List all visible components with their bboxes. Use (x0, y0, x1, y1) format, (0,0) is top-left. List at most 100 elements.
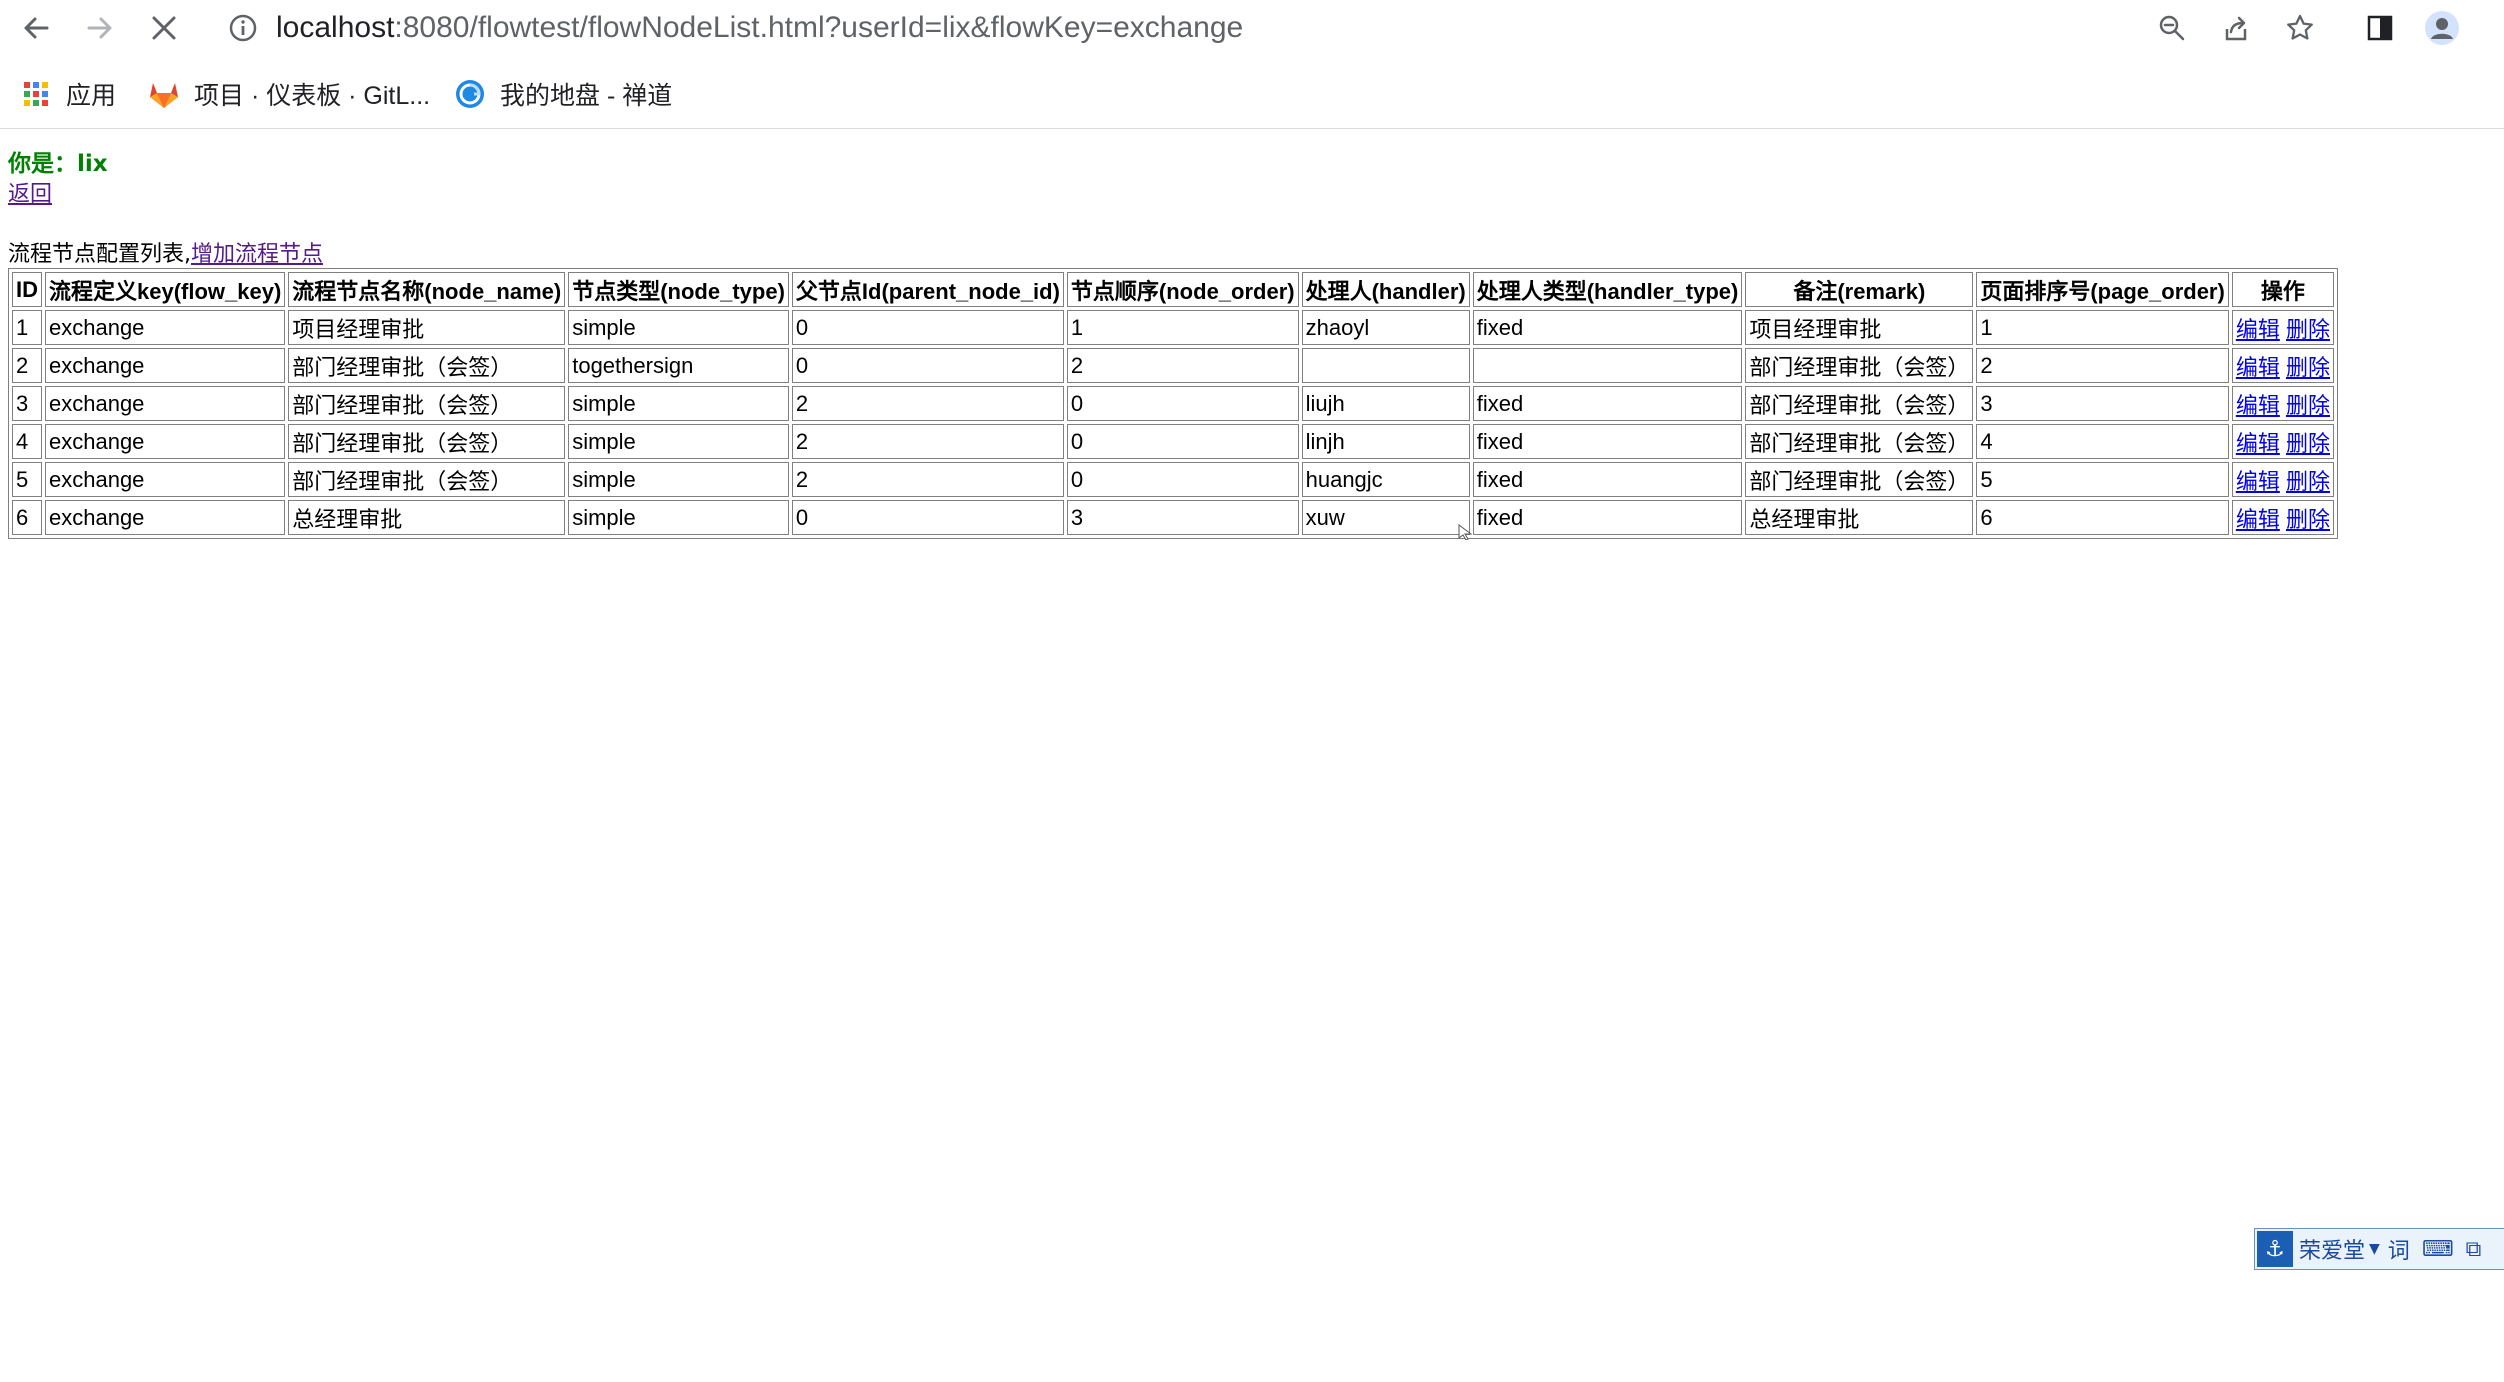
table-row: 4 exchange 部门经理审批（会签） simple 2 0 linjh fixed 部门经… (12, 424, 2334, 459)
cell-operations: 编辑 删除 (2231, 500, 2334, 535)
cell-parent-node-id: 0 (791, 500, 1064, 535)
site-info-icon[interactable] (228, 13, 258, 43)
cell-id: 6 (12, 500, 42, 535)
cell-handler: huangjc (1301, 462, 1470, 497)
delete-link[interactable]: 删除 (2286, 393, 2330, 418)
edit-link[interactable]: 编辑 (2236, 469, 2280, 494)
header-handler-type: 处理人类型(handler_type) (1472, 272, 1743, 307)
mouse-pointer-icon (1458, 524, 1472, 540)
cell-operations: 编辑 删除 (2231, 348, 2334, 383)
cell-node-type: simple (568, 462, 789, 497)
cell-node-name: 部门经理审批（会签） (288, 462, 566, 497)
zentao-icon (454, 78, 486, 110)
cell-node-type: simple (568, 424, 789, 459)
cell-node-order: 0 (1066, 386, 1299, 421)
bookmark-star-icon[interactable] (2282, 10, 2318, 46)
cell-remark: 总经理审批 (1745, 500, 1974, 535)
header-node-name: 流程节点名称(node_name) (288, 272, 566, 307)
table-row: 3 exchange 部门经理审批（会签） simple 2 0 liujh fixed 部门经… (12, 386, 2334, 421)
cell-flow-key: exchange (45, 462, 286, 497)
dictionary-name[interactable]: 荣爱堂 (2297, 1233, 2367, 1265)
list-caption-text: 流程节点配置列表, (8, 242, 191, 267)
anchor-icon[interactable]: ⚓ (2257, 1231, 2293, 1267)
cell-flow-key: exchange (45, 424, 286, 459)
dictionary-widget: ⚓ 荣爱堂 ▼ 词 ⌨ ⧉ (2254, 1228, 2504, 1270)
cell-remark: 部门经理审批（会签） (1745, 386, 1974, 421)
back-arrow-icon[interactable] (16, 8, 56, 48)
zoom-icon[interactable] (2154, 10, 2190, 46)
cell-handler-type: fixed (1472, 500, 1743, 535)
profile-avatar-icon[interactable] (2424, 10, 2460, 46)
navigation-bar: localhost:8080/flowtest/flowNodeList.htm… (0, 0, 2504, 56)
cell-remark: 部门经理审批（会签） (1745, 462, 1974, 497)
cell-handler-type (1472, 348, 1743, 383)
cell-id: 4 (12, 424, 42, 459)
edit-link[interactable]: 编辑 (2236, 355, 2280, 380)
bookmark-label: 应用 (66, 82, 117, 110)
header-operations: 操作 (2231, 272, 2334, 307)
table-row: 6 exchange 总经理审批 simple 0 3 xuw fixed 总经理审批 6 编辑 删… (12, 500, 2334, 535)
cell-handler: liujh (1301, 386, 1470, 421)
cell-flow-key: exchange (45, 348, 286, 383)
delete-link[interactable]: 删除 (2286, 317, 2330, 342)
back-link[interactable]: 返回 (8, 176, 52, 208)
cell-node-type: simple (568, 386, 789, 421)
cell-handler-type: fixed (1472, 462, 1743, 497)
delete-link[interactable]: 删除 (2286, 469, 2330, 494)
forward-arrow-icon[interactable] (80, 8, 120, 48)
url-path: :8080/flowtest/flowNodeList.html?userId=… (394, 11, 1244, 44)
current-user-line: 你是：lix (8, 144, 108, 178)
gitlab-icon (148, 78, 180, 110)
edit-link[interactable]: 编辑 (2236, 317, 2280, 342)
table-header-row: ID 流程定义key(flow_key) 流程节点名称(node_name) 节… (12, 272, 2334, 307)
cell-node-name: 部门经理审批（会签） (288, 386, 566, 421)
cell-page-order: 2 (1976, 348, 2229, 383)
cell-remark: 部门经理审批（会签） (1745, 424, 1974, 459)
edit-link[interactable]: 编辑 (2236, 507, 2280, 532)
side-panel-icon[interactable] (2362, 10, 2398, 46)
bookmark-label: 我的地盘 - 禅道 (500, 82, 673, 110)
table-row: 1 exchange 项目经理审批 simple 0 1 zhaoyl fixed 项目经理审批… (12, 310, 2334, 345)
edit-link[interactable]: 编辑 (2236, 393, 2280, 418)
cell-page-order: 4 (1976, 424, 2229, 459)
flow-node-table: ID 流程定义key(flow_key) 流程节点名称(node_name) 节… (8, 268, 2338, 539)
delete-link[interactable]: 删除 (2286, 355, 2330, 380)
address-bar[interactable]: localhost:8080/flowtest/flowNodeList.htm… (276, 8, 1243, 48)
chevron-down-icon[interactable]: ▼ (2369, 1241, 2380, 1257)
list-caption: 流程节点配置列表,增加流程节点 (8, 236, 323, 268)
stop-loading-icon[interactable] (144, 8, 184, 48)
bookmark-gitlab[interactable]: 项目 · 仪表板 · GitL... (148, 72, 430, 116)
user-name: lix (77, 151, 108, 177)
cell-node-type: simple (568, 500, 789, 535)
cell-handler: xuw (1301, 500, 1470, 535)
header-node-order: 节点顺序(node_order) (1066, 272, 1299, 307)
cell-handler: linjh (1301, 424, 1470, 459)
cell-handler-type: fixed (1472, 424, 1743, 459)
add-flow-node-link[interactable]: 增加流程节点 (191, 242, 323, 267)
cell-node-name: 部门经理审批（会签） (288, 424, 566, 459)
delete-link[interactable]: 删除 (2286, 507, 2330, 532)
share-icon[interactable] (2218, 10, 2254, 46)
edit-link[interactable]: 编辑 (2236, 431, 2280, 456)
dictionary-word-button[interactable]: 词 (2388, 1233, 2410, 1265)
cell-parent-node-id: 2 (791, 424, 1064, 459)
table-body: 1 exchange 项目经理审批 simple 0 1 zhaoyl fixed 项目经理审批… (12, 310, 2334, 535)
cell-flow-key: exchange (45, 500, 286, 535)
browser-chrome: localhost:8080/flowtest/flowNodeList.htm… (0, 0, 2504, 129)
header-flow-key: 流程定义key(flow_key) (45, 272, 286, 307)
cell-node-name: 总经理审批 (288, 500, 566, 535)
table-row: 5 exchange 部门经理审批（会签） simple 2 0 huangjc fixed 部… (12, 462, 2334, 497)
cell-node-order: 2 (1066, 348, 1299, 383)
cell-page-order: 5 (1976, 462, 2229, 497)
cell-node-order: 3 (1066, 500, 1299, 535)
screen-capture-icon[interactable]: ⧉ (2466, 1237, 2482, 1262)
keyboard-icon[interactable]: ⌨ (2422, 1237, 2454, 1262)
delete-link[interactable]: 删除 (2286, 431, 2330, 456)
url-host: localhost (276, 11, 395, 44)
cell-node-type: togethersign (568, 348, 789, 383)
cell-flow-key: exchange (45, 386, 286, 421)
cell-node-order: 0 (1066, 462, 1299, 497)
header-parent-node-id: 父节点Id(parent_node_id) (791, 272, 1064, 307)
bookmark-apps[interactable]: 应用 (20, 72, 116, 116)
bookmark-zentao[interactable]: 我的地盘 - 禅道 (454, 72, 672, 116)
